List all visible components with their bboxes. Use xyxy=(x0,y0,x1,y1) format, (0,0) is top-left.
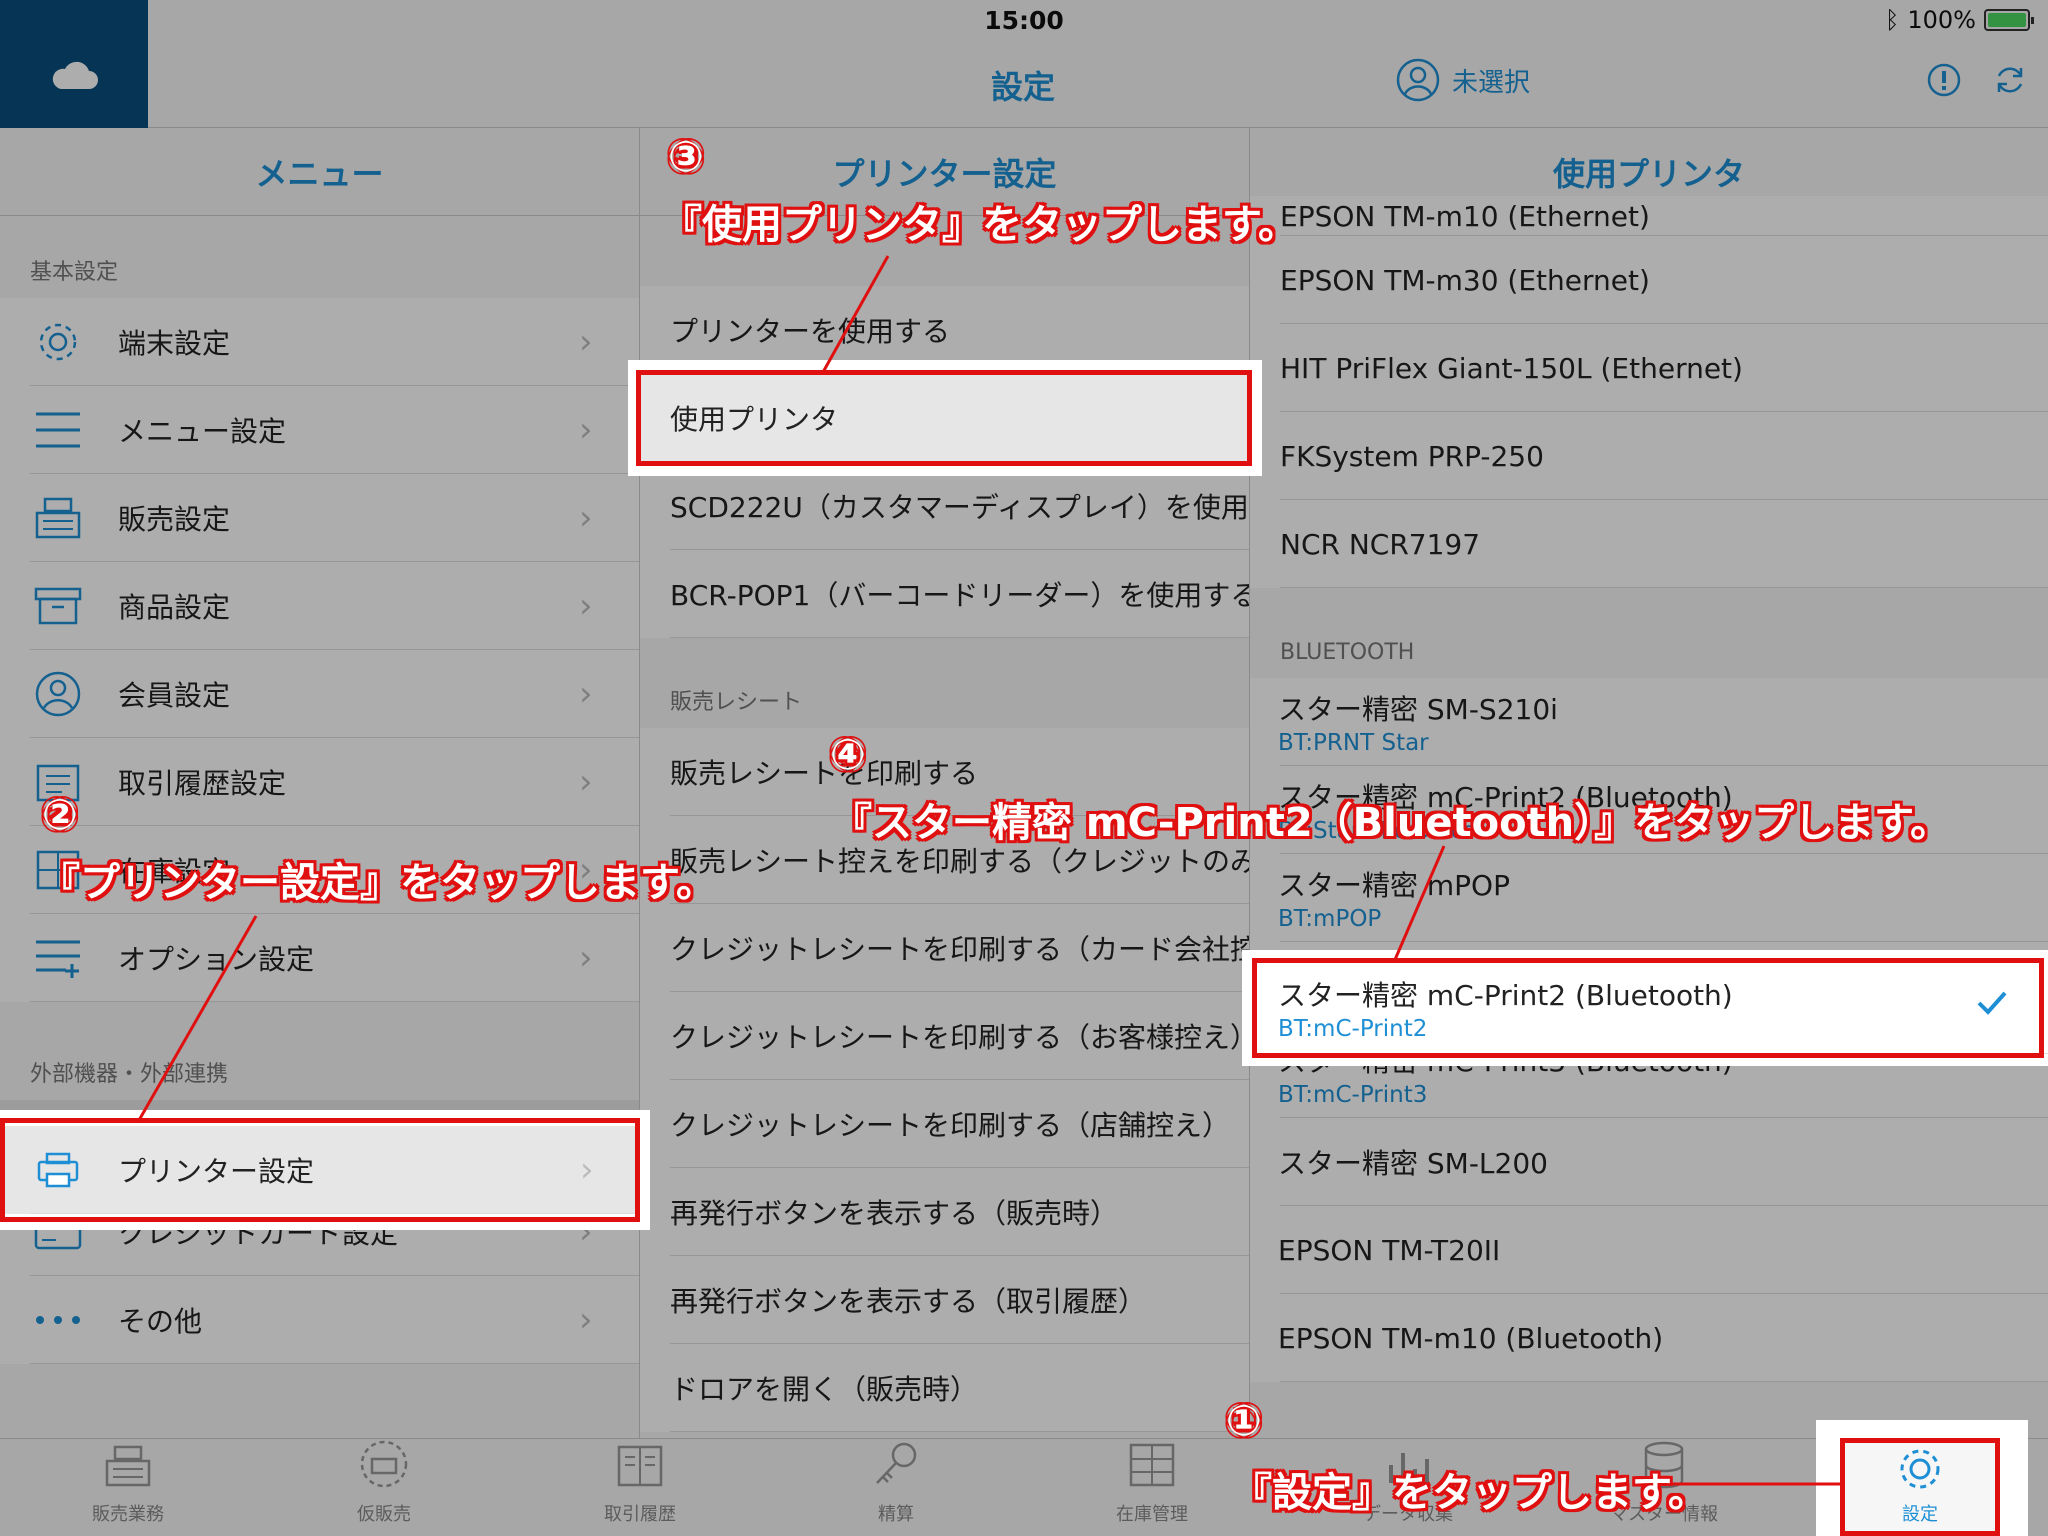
battery-percent: 100% xyxy=(1907,6,1976,34)
user-icon xyxy=(1396,58,1440,102)
menu-title: メニュー xyxy=(0,128,639,216)
more-icon xyxy=(30,1292,86,1348)
step2-instruction: 『プリンター設定』をタップします。 xyxy=(40,860,716,906)
menu-item-3[interactable]: 商品設定 › xyxy=(0,562,639,650)
navigation-bar: 設定 未選択 xyxy=(148,40,2048,128)
section-external: 外部機器・外部連携 xyxy=(30,1062,229,1087)
chevron-right-icon: › xyxy=(579,410,593,450)
register-icon xyxy=(103,1443,153,1494)
ledger-icon xyxy=(615,1443,665,1494)
clock: 15:00 xyxy=(984,6,1064,35)
receipt-setting-6[interactable]: 再発行ボタンを表示する（取引履歴） xyxy=(640,1256,1249,1344)
chevron-right-icon: › xyxy=(579,674,593,714)
printer-option-eth-0[interactable]: EPSON TM-m30 (Ethernet) xyxy=(1250,236,2048,324)
alert-icon[interactable] xyxy=(1926,62,1962,98)
register-icon xyxy=(30,490,86,546)
status-right: ᛒ 100% xyxy=(1884,6,2034,34)
annotation-box-printer-settings xyxy=(0,1118,640,1222)
cloud-button[interactable] xyxy=(0,0,148,128)
user-selector[interactable]: 未選択 xyxy=(1396,58,1530,102)
use-printer-column: 使用プリンタ EPSON TM-m10 (Ethernet) EPSON TM-… xyxy=(1250,128,2048,1438)
refresh-icon[interactable] xyxy=(1992,62,2028,98)
menu-item-1[interactable]: メニュー設定 › xyxy=(0,386,639,474)
step1-instruction: 『設定』をタップします。 xyxy=(1232,1470,1708,1516)
menu-item-4[interactable]: 会員設定 › xyxy=(0,650,639,738)
printer-option-eth-3[interactable]: NCR NCR7197 xyxy=(1250,500,2048,588)
annotation-box-mc-print2 xyxy=(1252,958,2044,1058)
printer-option-partial[interactable]: EPSON TM-m10 (Ethernet) xyxy=(1250,196,2048,236)
step2-number: ② xyxy=(42,790,78,839)
bluetooth-icon: ᛒ xyxy=(1884,6,1900,34)
step3-number: ③ xyxy=(668,132,704,181)
menu-lines-icon xyxy=(30,402,86,458)
annotation-box-use-printer xyxy=(636,370,1252,466)
menu-item-5[interactable]: 取引履歴設定 › xyxy=(0,738,639,826)
chevron-right-icon: › xyxy=(579,762,593,802)
temp-sale-icon xyxy=(359,1439,409,1494)
printer-option-bt-6[interactable]: EPSON TM-T20II xyxy=(1250,1206,2048,1294)
status-bar: iPad ◠ 15:00 ᛒ 100% xyxy=(0,0,2048,40)
user-label: 未選択 xyxy=(1452,67,1531,98)
step1-number: ① xyxy=(1226,1396,1262,1445)
receipt-setting-4[interactable]: クレジットレシートを印刷する（店舗控え） xyxy=(640,1080,1249,1168)
printer-option-bt-2[interactable]: スター精密 mPOP BT:mPOP xyxy=(1250,854,2048,942)
tab-0[interactable]: 販売業務 xyxy=(0,1439,256,1536)
section-bluetooth: BLUETOOTH xyxy=(1280,640,1415,665)
receipt-setting-2[interactable]: クレジットレシートを印刷する（カード会社控え） xyxy=(640,904,1249,992)
cloud-icon xyxy=(52,61,98,89)
printer-setting-3[interactable]: BCR-POP1（バーコードリーダー）を使用する xyxy=(640,550,1249,638)
section-sales-receipt: 販売レシート xyxy=(670,690,803,715)
shelf-icon xyxy=(1127,1441,1177,1494)
step4-instruction: 『スター精密 mC-Print2（Bluetooth）』をタップします。 xyxy=(832,800,1951,846)
chevron-right-icon: › xyxy=(579,322,593,362)
tab-bar: 販売業務 仮販売 取引履歴 精算 在庫管理 データ収集 マスター情報 設定 xyxy=(0,1438,2048,1536)
receipt-setting-5[interactable]: 再発行ボタンを表示する（販売時） xyxy=(640,1168,1249,1256)
option-icon xyxy=(30,930,86,986)
receipt-setting-3[interactable]: クレジットレシートを印刷する（お客様控え） xyxy=(640,992,1249,1080)
printer-option-bt-7[interactable]: EPSON TM-m10 (Bluetooth) xyxy=(1250,1294,2048,1382)
battery-icon xyxy=(1984,9,2034,31)
tab-2[interactable]: 取引履歴 xyxy=(512,1439,768,1536)
key-icon xyxy=(871,1439,921,1494)
chevron-right-icon: › xyxy=(579,1300,593,1340)
box-icon xyxy=(30,578,86,634)
menu-item-0[interactable]: 端末設定 › xyxy=(0,298,639,386)
gear-icon xyxy=(30,314,86,370)
tab-1[interactable]: 仮販売 xyxy=(256,1439,512,1536)
printer-settings-column: プリンター設定 プリンターを使用する使用プリンタSCD222U（カスタマーディス… xyxy=(640,128,1250,1438)
printer-option-eth-2[interactable]: FKSystem PRP-250 xyxy=(1250,412,2048,500)
step4-number: ④ xyxy=(830,730,866,779)
printer-option-bt-0[interactable]: スター精密 SM-S210i BT:PRNT Star xyxy=(1250,678,2048,766)
printer-option-bt-5[interactable]: スター精密 SM-L200 xyxy=(1250,1118,2048,1206)
menu-item-2[interactable]: 販売設定 › xyxy=(0,474,639,562)
chevron-right-icon: › xyxy=(579,938,593,978)
menu-item-ext-2[interactable]: その他 › xyxy=(0,1276,639,1364)
page-title: 設定 xyxy=(990,68,1055,106)
tab-3[interactable]: 精算 xyxy=(768,1439,1024,1536)
menu-item-7[interactable]: オプション設定 › xyxy=(0,914,639,1002)
menu-column: メニュー 基本設定 端末設定 › メニュー設定 › 販売設定 › 商品設定 › … xyxy=(0,128,640,1438)
section-basic-settings: 基本設定 xyxy=(30,260,119,285)
person-icon xyxy=(30,666,86,722)
printer-option-eth-1[interactable]: HIT PriFlex Giant-150L (Ethernet) xyxy=(1250,324,2048,412)
chevron-right-icon: › xyxy=(579,498,593,538)
chevron-right-icon: › xyxy=(579,586,593,626)
step3-instruction: 『使用プリンタ』をタップします。 xyxy=(662,202,1298,248)
receipt-setting-7[interactable]: ドロアを開く（販売時） xyxy=(640,1344,1249,1432)
annotation-box-settings-tab xyxy=(1840,1438,2000,1536)
